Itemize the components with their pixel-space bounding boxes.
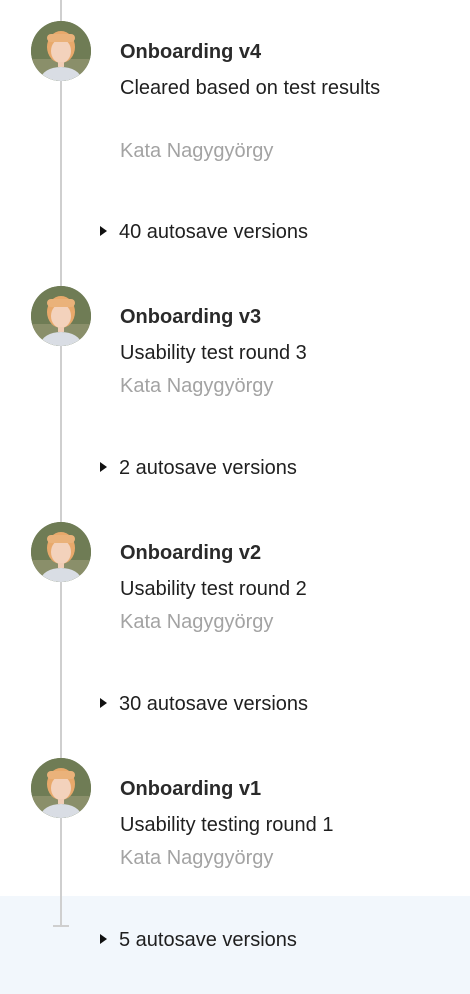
autosave-versions-toggle[interactable]: 2 autosave versions <box>100 453 297 483</box>
caret-right-icon <box>100 462 107 472</box>
timeline-end-cap <box>53 925 69 927</box>
version-description: Usability testing round 1 <box>120 814 334 836</box>
version-title: Onboarding v2 <box>120 542 262 564</box>
version-author: Kata Nagygyörgy <box>120 847 274 869</box>
version-title: Onboarding v3 <box>120 306 262 328</box>
version-author: Kata Nagygyörgy <box>120 140 274 162</box>
version-author: Kata Nagygyörgy <box>120 375 274 397</box>
user-avatar-icon <box>31 758 91 818</box>
version-description: Usability test round 2 <box>120 578 307 600</box>
caret-right-icon <box>100 226 107 236</box>
autosave-versions-label: 40 autosave versions <box>119 220 309 243</box>
version-description: Cleared based on test results <box>120 77 381 99</box>
autosave-versions-label: 2 autosave versions <box>119 456 297 479</box>
version-description: Usability test round 3 <box>120 342 307 364</box>
version-title: Onboarding v4 <box>120 41 262 63</box>
autosave-versions-toggle[interactable]: 5 autosave versions <box>100 925 297 955</box>
user-avatar-icon <box>31 522 91 582</box>
version-title: Onboarding v1 <box>120 778 262 800</box>
user-avatar-icon <box>31 21 91 81</box>
caret-right-icon <box>100 934 107 944</box>
autosave-versions-toggle[interactable]: 40 autosave versions <box>100 217 308 247</box>
autosave-versions-toggle[interactable]: 30 autosave versions <box>100 689 308 719</box>
autosave-versions-label: 30 autosave versions <box>119 692 309 715</box>
caret-right-icon <box>100 698 107 708</box>
user-avatar-icon <box>31 286 91 346</box>
version-author: Kata Nagygyörgy <box>120 611 274 633</box>
autosave-versions-label: 5 autosave versions <box>119 928 297 951</box>
